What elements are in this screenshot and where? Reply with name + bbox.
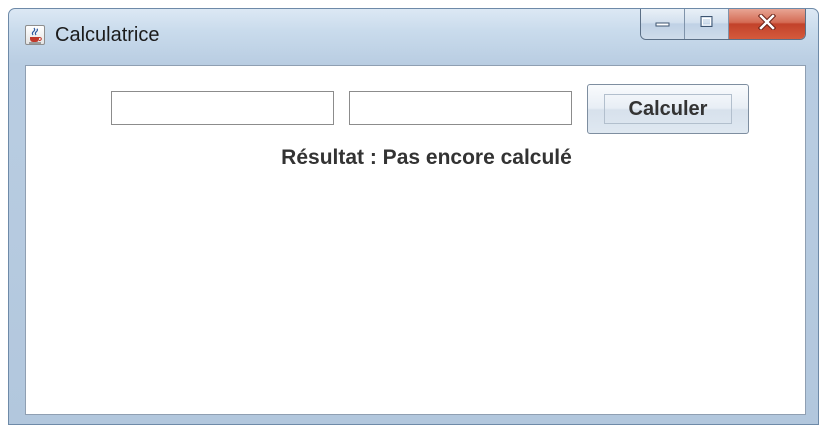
title-bar[interactable]: Calculatrice (9, 9, 818, 65)
minimize-icon (655, 15, 671, 33)
app-window: Calculatrice Calculer Résultat: Pas enc… (8, 8, 819, 425)
close-button[interactable] (729, 9, 805, 39)
window-controls (640, 9, 806, 40)
java-cup-icon[interactable] (25, 25, 45, 45)
result-label: Résultat : Pas encore calculé (281, 146, 572, 169)
minimize-button[interactable] (641, 9, 685, 39)
close-icon (757, 12, 777, 35)
content-panel: Calculer Résultat : Pas encore calculé (25, 65, 806, 415)
window-title: Calculatrice (55, 24, 160, 46)
calculate-button-label: Calculer (604, 94, 732, 124)
second-number-field[interactable] (349, 91, 572, 125)
first-number-field[interactable] (111, 91, 334, 125)
calculate-button[interactable]: Calculer (587, 84, 749, 134)
maximize-icon (699, 15, 715, 34)
maximize-button[interactable] (685, 9, 729, 39)
